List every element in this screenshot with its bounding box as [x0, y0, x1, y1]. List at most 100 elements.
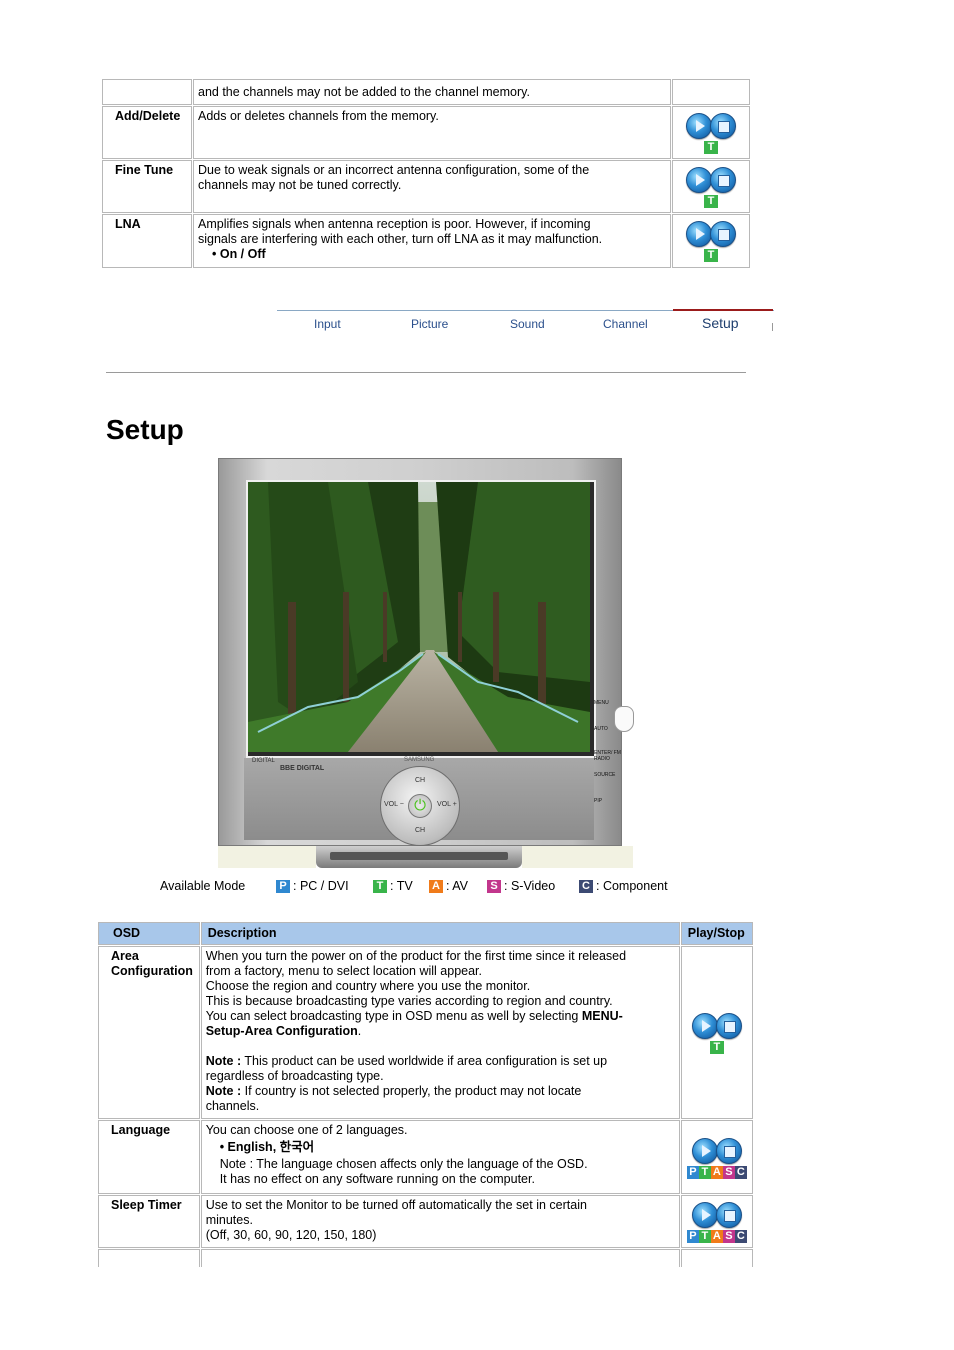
play-icon[interactable] [686, 113, 712, 139]
tv-mode-icon: T [698, 1230, 711, 1243]
table-row: Sleep Timer Use to set the Monitor to be… [98, 1195, 753, 1248]
osd-language: Language [98, 1120, 200, 1194]
tv-mode-icon: T [704, 141, 718, 154]
pc-mode-icon: P [686, 1230, 699, 1243]
background-panel [218, 846, 316, 868]
menu-path: MENU- [581, 1009, 623, 1023]
header-description: Description [200, 922, 680, 945]
table-row: and the channels may not be added to the… [102, 79, 750, 105]
playstop-cell [672, 79, 750, 105]
play-icon[interactable] [691, 1013, 718, 1039]
table-row: Language You can choose one of 2 languag… [98, 1120, 753, 1194]
pc-mode-icon: P [276, 879, 290, 893]
setup-table: OSD Description Play/Stop Area Configura… [97, 921, 754, 1268]
vol-up-label[interactable]: VOL + [437, 801, 457, 808]
play-icon[interactable] [686, 221, 712, 247]
component-mode-icon: C [734, 1165, 747, 1179]
av-mode-icon: A [429, 879, 443, 893]
stop-icon[interactable] [715, 1202, 742, 1228]
tab-setup[interactable]: Setup [702, 315, 739, 331]
osd-label: Area [111, 949, 139, 963]
text: If country is not selected properly, the… [241, 1084, 582, 1098]
option-list: • English, 한국어 [219, 1140, 315, 1154]
mode-text: : S-Video [504, 879, 556, 893]
description-cell [200, 1249, 680, 1267]
description-line: Use to set the Monitor to be turned off … [205, 1198, 587, 1212]
playstop-cell [680, 1249, 753, 1267]
bbe-digital-logo: DIGITAL BBE DIGITAL [252, 758, 324, 772]
table-row: LNA Amplifies signals when antenna recep… [102, 214, 750, 268]
description-line: (Off, 30, 60, 90, 120, 150, 180) [205, 1228, 377, 1242]
tab-picture[interactable]: Picture [411, 317, 448, 331]
svideo-mode-icon: S [487, 879, 501, 893]
header-osd: OSD [98, 922, 200, 945]
forest-path-image [248, 482, 590, 752]
background-panel [522, 846, 633, 868]
stop-icon[interactable] [715, 1013, 742, 1039]
osd-label: Configuration [111, 964, 193, 978]
description-line: Choose the region and country where you … [205, 979, 531, 993]
monitor-illustration: DIGITAL BBE DIGITAL SAMSUNG CH CH VOL − … [218, 458, 634, 868]
table-row [98, 1249, 753, 1267]
table-header: OSD Description Play/Stop [98, 922, 753, 945]
playstop-cell: P T A S C [680, 1120, 753, 1194]
stop-icon[interactable] [710, 113, 736, 139]
note-line: channels. [205, 1099, 260, 1113]
monitor-stand [316, 846, 522, 868]
mode-text: : AV [446, 879, 469, 893]
control-wheel[interactable]: CH CH VOL − VOL + ⏻ [380, 766, 460, 846]
nav-divider [772, 323, 773, 331]
active-tab-indicator [673, 309, 773, 311]
description-cell: and the channels may not be added to the… [193, 79, 671, 105]
description-line: This is because broadcasting type varies… [205, 994, 613, 1008]
text: You can select broadcasting type in OSD … [205, 1009, 582, 1023]
svideo-mode-icon: S [722, 1230, 735, 1243]
note-label: Note : [205, 1084, 242, 1098]
note-line: Note : If country is not selected proper… [206, 1084, 675, 1099]
ch-down-label[interactable]: CH [415, 827, 425, 834]
tab-channel[interactable]: Channel [603, 317, 648, 331]
playstop-cell: T [672, 160, 750, 213]
playstop-cell: P T A S C [680, 1195, 753, 1248]
description-cell: Adds or deletes channels from the memory… [193, 106, 671, 159]
playstop-cell: T [672, 106, 750, 159]
tv-mode-icon: T [698, 1165, 711, 1179]
tab-input[interactable]: Input [314, 317, 341, 331]
play-icon[interactable] [691, 1202, 718, 1228]
stop-icon[interactable] [710, 221, 736, 247]
screen-image [248, 482, 590, 752]
enter-fm-radio-button[interactable]: ENTER/ FM RADIO [594, 750, 632, 762]
table-row: Fine Tune Due to weak signals or an inco… [102, 160, 750, 213]
description-cell: Use to set the Monitor to be turned off … [200, 1195, 680, 1248]
mode-text: : TV [390, 879, 413, 893]
note-line: Note : This product can be used worldwid… [206, 1054, 675, 1069]
osd-area-configuration: Area Configuration [98, 946, 200, 1119]
source-button[interactable]: SOURCE [594, 772, 632, 780]
stop-icon[interactable] [710, 167, 736, 193]
tv-mode-icon: T [704, 249, 718, 262]
pc-mode-icon: P [686, 1165, 699, 1179]
description-line: Amplifies signals when antenna reception… [198, 217, 591, 231]
ch-up-label[interactable]: CH [415, 777, 425, 784]
play-icon[interactable] [686, 167, 712, 193]
note-line: regardless of broadcasting type. [205, 1069, 384, 1083]
channel-table: and the channels may not be added to the… [101, 78, 751, 269]
description-line: signals are interfering with each other,… [198, 232, 603, 246]
pip-button[interactable]: PIP [594, 798, 632, 806]
stop-icon[interactable] [715, 1137, 742, 1164]
table-row: Add/Delete Adds or deletes channels from… [102, 106, 750, 159]
play-icon[interactable] [691, 1137, 718, 1164]
tab-sound[interactable]: Sound [510, 317, 545, 331]
description-line: Setup-Area Configuration. [206, 1024, 675, 1039]
vol-down-label[interactable]: VOL − [384, 801, 404, 808]
svideo-mode-icon: S [722, 1165, 735, 1179]
hand-pointer-icon [614, 706, 634, 732]
osd-cell [98, 1249, 200, 1267]
playstop-cell: T [680, 946, 753, 1119]
osd-cell [102, 79, 192, 105]
description-line: minutes. [205, 1213, 253, 1227]
note-label: Note : [205, 1054, 242, 1068]
power-icon[interactable]: ⏻ [408, 794, 432, 818]
mode-tv: T : TV [373, 879, 413, 893]
logo-text: DIGITAL [252, 758, 275, 764]
